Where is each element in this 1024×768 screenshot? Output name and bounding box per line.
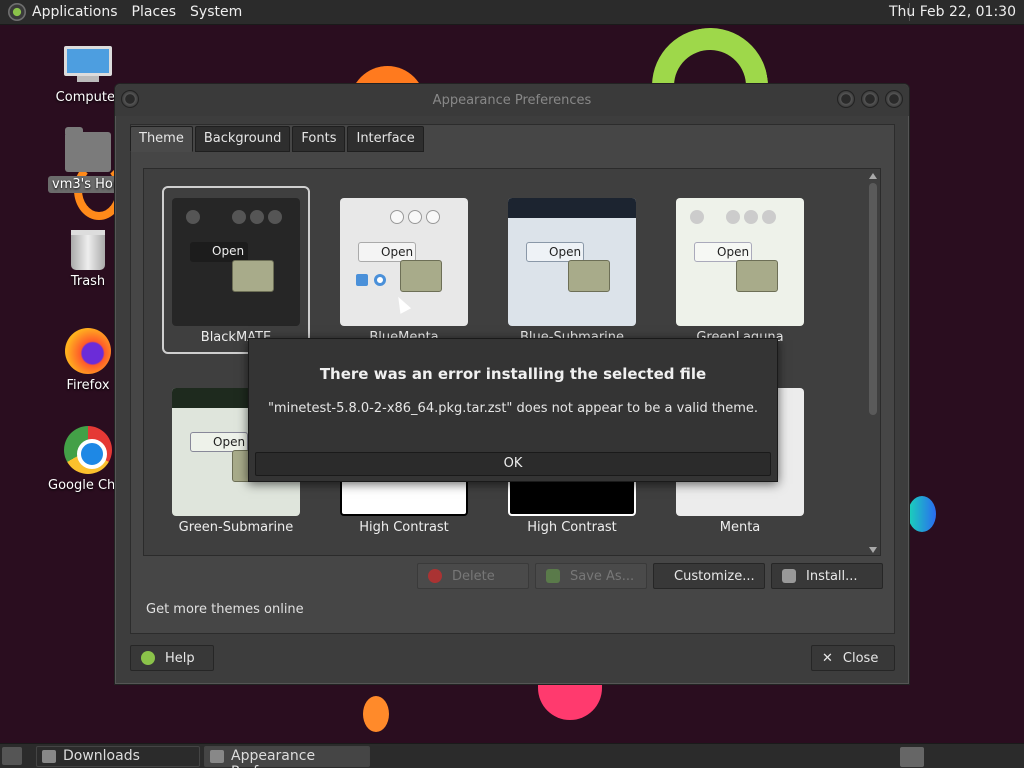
scroll-thumb[interactable] — [869, 183, 877, 415]
top-panel: Applications Places System Thu Feb 22, 0… — [0, 0, 1024, 25]
tab-theme[interactable]: Theme — [130, 126, 193, 152]
preview-open-button: Open — [694, 242, 752, 262]
theme-preview: Open — [172, 198, 300, 326]
window-titlebar[interactable]: Appearance Preferences — [115, 84, 909, 116]
mate-logo-icon[interactable] — [8, 3, 26, 21]
folder-icon — [736, 260, 778, 292]
scroll-down-arrow[interactable] — [869, 547, 877, 553]
preview-open-button: Open — [190, 242, 248, 262]
install-button[interactable]: Install... — [771, 563, 883, 589]
preview-open-button: Open — [190, 432, 248, 452]
preview-open-button: Open — [526, 242, 584, 262]
desktop-icon-label: Firefox — [66, 378, 110, 393]
dialog-message: "minetest-5.8.0-2-x86_64.pkg.tar.zst" do… — [267, 401, 759, 416]
customize-button[interactable]: Customize... — [653, 563, 765, 589]
ok-button[interactable]: OK — [255, 452, 771, 476]
delete-button[interactable]: Delete — [417, 563, 529, 589]
window-close-button[interactable] — [885, 90, 903, 108]
folder-icon — [568, 260, 610, 292]
tray-appearance-icon[interactable] — [900, 747, 924, 767]
desktop-icon-label: Trash — [70, 274, 106, 289]
close-x-icon: ✕ — [822, 650, 833, 666]
menu-applications[interactable]: Applications — [32, 4, 118, 20]
firefox-icon — [65, 328, 111, 374]
theme-item-blackmate[interactable]: Open BlackMATE — [162, 186, 310, 354]
theme-name: Menta — [719, 520, 761, 535]
get-more-themes-link[interactable]: Get more themes online — [146, 602, 304, 617]
wallpaper-teal-shape — [908, 496, 936, 532]
computer-icon — [64, 46, 112, 86]
theme-list-scrollbar[interactable] — [868, 173, 878, 553]
taskbar-item-appearance[interactable]: Appearance Prefere... — [204, 746, 370, 768]
tab-fonts[interactable]: Fonts — [292, 126, 346, 152]
save-icon — [546, 569, 560, 583]
dialog-title: There was an error installing the select… — [319, 365, 707, 383]
theme-preview: Open — [676, 198, 804, 326]
minimize-button[interactable] — [837, 90, 855, 108]
delete-icon — [428, 569, 442, 583]
window-title: Appearance Preferences — [432, 93, 592, 108]
tab-bar: Theme Background Fonts Interface — [130, 126, 426, 152]
theme-item-greenlaguna[interactable]: Open GreenLaguna — [666, 188, 814, 354]
menu-places[interactable]: Places — [132, 4, 177, 20]
menu-system[interactable]: System — [190, 4, 242, 20]
folder-icon — [232, 260, 274, 292]
tab-interface[interactable]: Interface — [347, 126, 424, 152]
theme-name: High Contrast — [527, 520, 617, 535]
trash-icon — [71, 230, 105, 270]
help-icon — [141, 651, 155, 665]
help-button[interactable]: Help — [130, 645, 214, 671]
theme-preview: Open — [508, 198, 636, 326]
tab-background[interactable]: Background — [194, 126, 291, 152]
theme-item-blue-submarine[interactable]: Open Blue-Submarine — [498, 188, 646, 354]
close-button[interactable]: ✕ Close — [811, 645, 895, 671]
clock[interactable]: Thu Feb 22, 01:30 — [889, 4, 1016, 20]
taskbar-item-downloads[interactable]: Downloads — [36, 746, 200, 767]
theme-item-bluementa[interactable]: Open BlueMenta — [330, 188, 478, 354]
maximize-button[interactable] — [861, 90, 879, 108]
show-desktop-icon[interactable] — [2, 747, 22, 765]
theme-name: High Contrast — [359, 520, 449, 535]
appearance-icon — [210, 750, 224, 763]
desktop-icon-label: Computer — [55, 90, 121, 105]
error-dialog: There was an error installing the select… — [248, 338, 778, 482]
bottom-panel: Downloads Appearance Prefere... — [0, 743, 1024, 768]
home-folder-icon — [65, 127, 111, 172]
save-as-button[interactable]: Save As... — [535, 563, 647, 589]
folder-icon — [42, 750, 56, 763]
theme-name: Green-Submarine — [178, 520, 294, 535]
scroll-up-arrow[interactable] — [869, 173, 877, 179]
preview-open-button: Open — [358, 242, 416, 262]
install-folder-icon — [782, 569, 796, 583]
folder-icon — [400, 260, 442, 292]
chrome-icon — [64, 426, 112, 474]
wallpaper-peach-shape — [363, 696, 389, 732]
